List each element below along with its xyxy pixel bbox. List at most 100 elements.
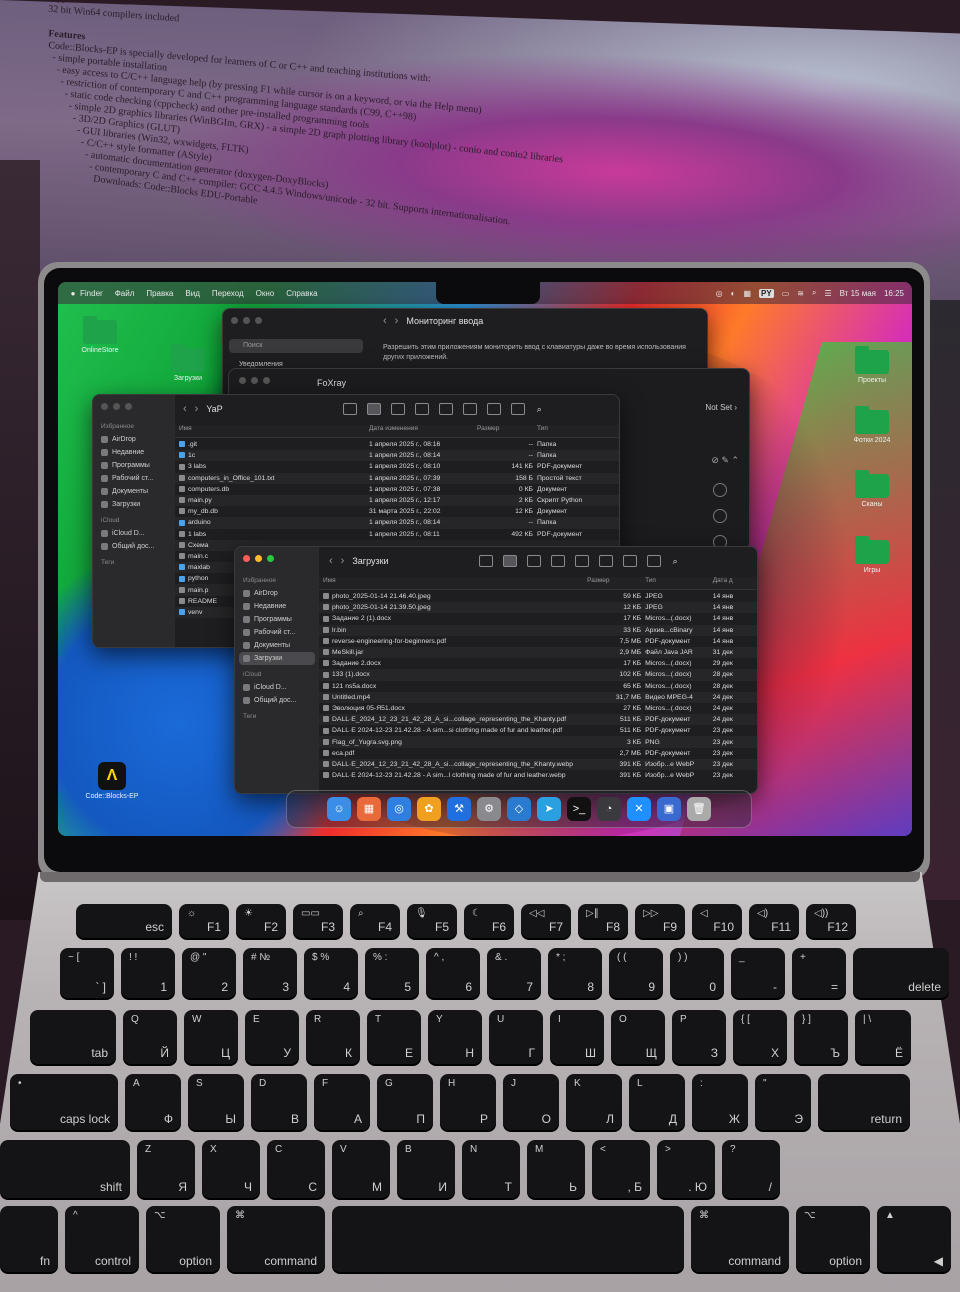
table-row[interactable]: reverse-engineering-for-beginners.pdf 7,5… bbox=[319, 636, 757, 647]
search-icon[interactable]: ⌕ bbox=[812, 288, 816, 298]
sidebar-item-notifications[interactable]: Уведомления bbox=[239, 361, 283, 368]
column-view-button[interactable] bbox=[390, 403, 405, 415]
zoom-button[interactable] bbox=[255, 317, 262, 324]
key[interactable]: * ; 8 bbox=[548, 948, 602, 998]
table-row[interactable]: lr.bin 33 КБ Архив...cBinary 14 янв bbox=[319, 624, 757, 636]
close-button[interactable] bbox=[243, 555, 250, 562]
key[interactable]: QЙ bbox=[123, 1010, 177, 1064]
key[interactable]: ! ! 1 bbox=[121, 948, 175, 998]
key[interactable]: tab bbox=[30, 1010, 116, 1064]
menu-item[interactable]: Окно bbox=[256, 289, 275, 298]
key[interactable]: :Ж bbox=[692, 1074, 748, 1130]
gallery-view-button[interactable] bbox=[414, 403, 429, 415]
sidebar-item[interactable]: iCloud D... bbox=[235, 681, 319, 694]
key[interactable]: _ - bbox=[731, 948, 785, 998]
key[interactable]: " Э bbox=[755, 1074, 811, 1130]
minimize-button[interactable] bbox=[251, 377, 258, 384]
table-row[interactable]: Эволюция 05-Я51.docx 27 КБ Micros...(.docx… bbox=[319, 703, 757, 714]
desktop-folder-photos[interactable]: Фотки 2024 bbox=[832, 406, 912, 444]
desktop-folder-scans[interactable]: Сканы bbox=[832, 470, 912, 508]
table-row[interactable]: 1 labs 1 апреля 2025 г., 08:11 492 КБ PDF-д… bbox=[175, 529, 619, 540]
close-button[interactable] bbox=[231, 317, 238, 324]
key[interactable]: 🎙 F5 bbox=[407, 904, 457, 938]
back-icon[interactable]: ‹ bbox=[383, 315, 387, 327]
key[interactable]: ( (9 bbox=[609, 948, 663, 998]
search-icon[interactable]: ⌕ bbox=[673, 556, 678, 567]
key[interactable]: ~ [` ] bbox=[60, 948, 114, 998]
sidebar-item[interactable]: Рабочий ст... bbox=[235, 626, 319, 639]
search-input[interactable]: Поиск bbox=[229, 339, 363, 353]
key[interactable]: ☾ F6 bbox=[464, 904, 514, 938]
key[interactable]: IШ bbox=[550, 1010, 604, 1064]
menu-item[interactable]: Вид bbox=[185, 289, 199, 298]
key[interactable]: ▷∥ F8 bbox=[578, 904, 628, 938]
desktop-folder-onlinestore[interactable]: OnlineStore bbox=[60, 316, 140, 354]
key[interactable]: ⌕ F4 bbox=[350, 904, 400, 938]
key[interactable]: YН bbox=[428, 1010, 482, 1064]
sidebar-item[interactable]: iCloud D... bbox=[93, 527, 175, 540]
status-icon[interactable]: ◐ bbox=[731, 289, 736, 298]
column-header[interactable]: Размер bbox=[473, 425, 533, 437]
back-icon[interactable]: ‹ bbox=[329, 555, 333, 567]
not-set-link[interactable]: Not Set › bbox=[705, 403, 737, 412]
more-actions-icon[interactable] bbox=[646, 555, 661, 567]
desktop-folder-projects[interactable]: Проекты bbox=[832, 346, 912, 384]
key[interactable]: UГ bbox=[489, 1010, 543, 1064]
status-icon[interactable]: ▦ bbox=[743, 289, 751, 298]
column-header[interactable]: Размер bbox=[583, 577, 641, 589]
table-row[interactable]: eca.pdf 2,7 МБ PDF-документ 23 дек bbox=[319, 748, 757, 759]
key[interactable]: shift bbox=[0, 1140, 130, 1198]
minimize-button[interactable] bbox=[255, 555, 262, 562]
menu-item[interactable]: Правка bbox=[146, 289, 173, 298]
table-row[interactable]: 121 ns5a.docx 65 КБ Micros...(.docx) 28 дек bbox=[319, 681, 757, 692]
key[interactable]: | \ Ё bbox=[855, 1010, 911, 1064]
share-icon[interactable] bbox=[598, 555, 613, 567]
menu-item[interactable]: Переход bbox=[212, 289, 244, 298]
table-row[interactable]: main.py 1 апреля 2025 г., 12:17 2 КБ Скрипт… bbox=[175, 494, 619, 507]
key[interactable]: > . Ю bbox=[657, 1140, 715, 1198]
forward-icon[interactable]: › bbox=[195, 403, 199, 415]
gallery-view-button[interactable] bbox=[550, 555, 565, 567]
forward-icon[interactable]: › bbox=[395, 315, 399, 327]
key[interactable]: ⌘ command bbox=[227, 1206, 325, 1272]
key[interactable]: WЦ bbox=[184, 1010, 238, 1064]
key[interactable]: ◁◁ F7 bbox=[521, 904, 571, 938]
key[interactable]: MЬ bbox=[527, 1140, 585, 1198]
close-button[interactable] bbox=[239, 377, 246, 384]
key[interactable]: esc bbox=[76, 904, 172, 938]
key[interactable]: ^ control bbox=[65, 1206, 139, 1272]
table-row[interactable]: photo_2025-01-14 21.46.40.jpeg 59 КБ JPEG 1… bbox=[319, 591, 757, 602]
finder-app-icon[interactable]: ☺ bbox=[327, 797, 351, 821]
close-button[interactable] bbox=[101, 403, 108, 410]
column-header[interactable]: Имя bbox=[175, 425, 365, 437]
key[interactable]: LД bbox=[629, 1074, 685, 1130]
key[interactable]: FА bbox=[314, 1074, 370, 1130]
table-row[interactable]: my_db.db 31 марта 2025 г., 22:02 12 КБ Доку… bbox=[175, 506, 619, 517]
key[interactable]: BИ bbox=[397, 1140, 455, 1198]
apple-icon[interactable]: ● bbox=[66, 289, 80, 298]
key[interactable]: @ " 2 bbox=[182, 948, 236, 998]
key[interactable]: ◁)) F12 bbox=[806, 904, 856, 938]
menubar-time[interactable]: 16:25 bbox=[884, 289, 904, 298]
key[interactable]: $ % 4 bbox=[304, 948, 358, 998]
key[interactable]: ⌥ option bbox=[796, 1206, 870, 1272]
settings-app-icon[interactable]: ⚙ bbox=[477, 797, 501, 821]
list-view-button[interactable] bbox=[366, 403, 381, 415]
zoom-button[interactable] bbox=[263, 377, 270, 384]
battery-icon[interactable]: ▭ bbox=[782, 289, 790, 298]
table-row[interactable]: Задание 2 (1).docx 17 КБ Micros...(.docx) 1… bbox=[319, 613, 757, 624]
sidebar-item[interactable]: Программы bbox=[93, 459, 175, 472]
table-row[interactable]: Untitled.mp4 31,7 МБ Видео MPEG-4 24 дек bbox=[319, 691, 757, 703]
key[interactable]: % : 5 bbox=[365, 948, 419, 998]
terminal-app-icon[interactable]: >_ bbox=[567, 797, 591, 821]
key[interactable]: CС bbox=[267, 1140, 325, 1198]
list-view-button[interactable] bbox=[502, 555, 517, 567]
key[interactable]: XЧ bbox=[202, 1140, 260, 1198]
column-header[interactable]: Тип bbox=[533, 425, 617, 437]
minimize-button[interactable] bbox=[243, 317, 250, 324]
sidebar-item[interactable]: Общий дос... bbox=[235, 694, 319, 707]
key[interactable]: ☀ F2 bbox=[236, 904, 286, 938]
share-icon[interactable] bbox=[462, 403, 477, 415]
back-icon[interactable]: ‹ bbox=[183, 403, 187, 415]
photos-app-icon[interactable]: ✿ bbox=[417, 797, 441, 821]
